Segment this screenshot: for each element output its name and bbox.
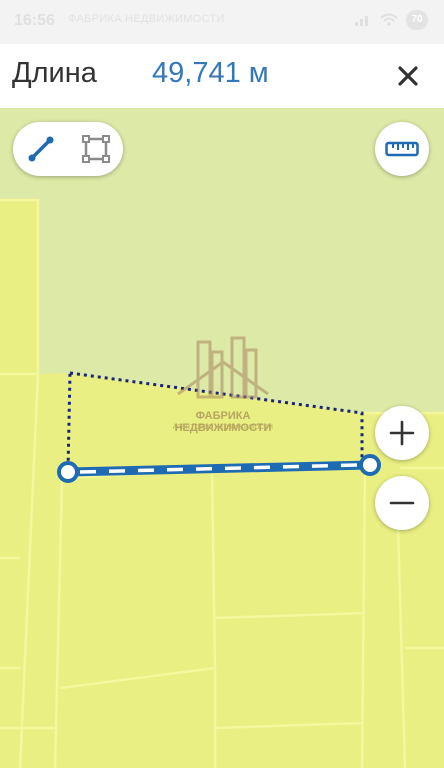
wifi-icon <box>380 13 398 26</box>
measure-end-point <box>359 454 381 476</box>
measure-label: Длина <box>12 57 97 89</box>
line-mode-button[interactable] <box>13 122 68 176</box>
status-icons: 70 <box>354 10 428 30</box>
close-icon <box>398 66 418 86</box>
status-time: 16:56 <box>14 12 55 29</box>
line-segment-icon <box>28 136 53 162</box>
watermark-logo: ФАБРИКА НЕДВИЖИМОСТИ АГЕНТСТВО НЕДВИЖИМО… <box>150 332 296 442</box>
measure-start-point <box>57 461 79 483</box>
status-brand-text: ФАБРИКА НЕДВИЖИМОСТИ <box>68 13 225 25</box>
ruler-icon <box>385 141 419 157</box>
measure-mode-toggle <box>13 122 123 176</box>
minus-icon <box>389 501 415 505</box>
watermark-subtitle: АГЕНТСТВО НЕДВИЖИМОСТИ <box>172 425 274 431</box>
zoom-out-button[interactable] <box>375 476 429 530</box>
watermark-buildings-icon <box>177 336 269 399</box>
battery-indicator: 70 <box>406 10 428 30</box>
measurement-bar: Длина 49,741 м <box>0 44 444 108</box>
zoom-in-button[interactable] <box>375 406 429 460</box>
ruler-button[interactable] <box>375 122 429 176</box>
signal-icon <box>355 16 368 26</box>
status-bar: 16:56 ФАБРИКА НЕДВИЖИМОСТИ 70 <box>0 0 444 44</box>
polygon-area-icon <box>81 135 110 163</box>
area-mode-button[interactable] <box>68 122 123 176</box>
close-button[interactable] <box>388 56 428 96</box>
measure-value: 49,741 м <box>152 57 269 89</box>
plus-icon <box>389 420 415 446</box>
